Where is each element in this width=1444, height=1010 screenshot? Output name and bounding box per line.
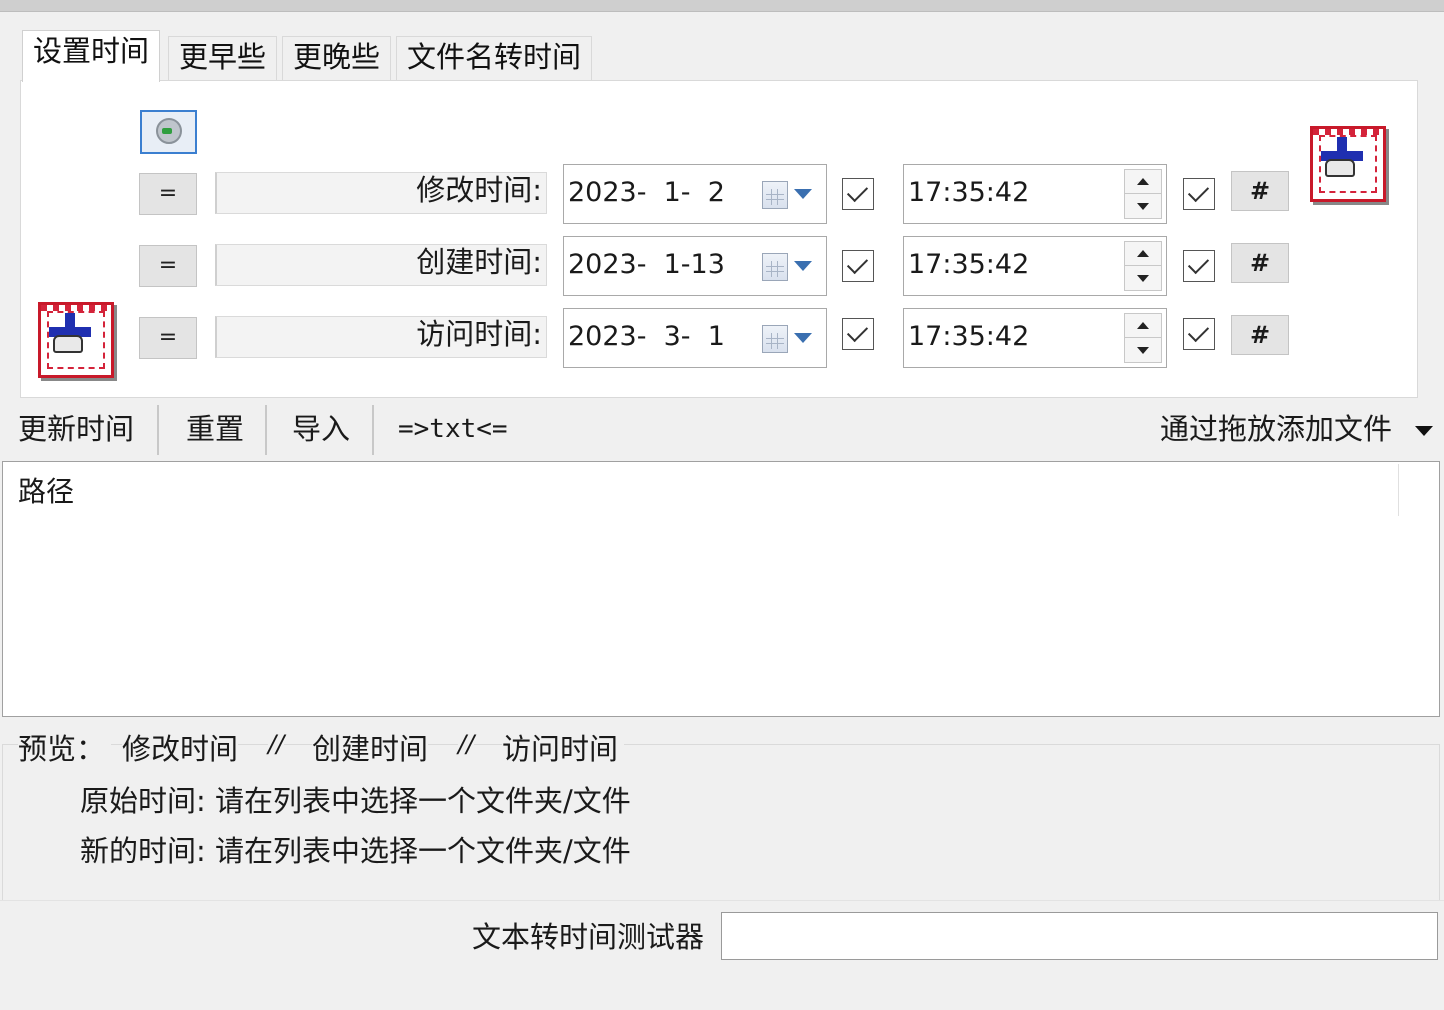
modified-time-picker[interactable]: 17:35:42 xyxy=(903,164,1167,224)
update-time-button[interactable]: 更新时间 xyxy=(18,405,134,457)
accessed-time-checkbox[interactable] xyxy=(1183,318,1215,350)
created-time-picker[interactable]: 17:35:42 xyxy=(903,236,1167,296)
drag-add-files-label: 通过拖放添加文件 xyxy=(1160,412,1393,446)
preview-separator: // xyxy=(458,730,475,758)
clock-button[interactable] xyxy=(140,110,197,154)
list-column-path[interactable]: 路径 xyxy=(18,470,74,510)
accessed-time-picker[interactable]: 17:35:42 xyxy=(903,308,1167,368)
tab-later[interactable]: 更晚些 xyxy=(282,36,392,80)
toolbar-separator xyxy=(157,405,159,455)
created-date-picker[interactable]: 2023- 1-13 xyxy=(563,236,827,296)
created-date-value: 2023- 1-13 xyxy=(568,249,725,280)
hash-button-accessed[interactable]: # xyxy=(1231,315,1289,355)
drag-add-files-button[interactable]: 通过拖放添加文件 xyxy=(1160,405,1434,457)
accessed-time-value: 17:35:42 xyxy=(908,321,1030,352)
time-spinner[interactable] xyxy=(1124,313,1162,363)
column-divider[interactable] xyxy=(1398,464,1399,516)
hand-icon xyxy=(53,335,83,353)
time-spinner[interactable] xyxy=(1124,169,1162,219)
dropdown-arrow-icon[interactable] xyxy=(794,261,812,271)
accessed-date-picker[interactable]: 2023- 3- 1 xyxy=(563,308,827,368)
tab-earlier[interactable]: 更早些 xyxy=(168,36,278,80)
accessed-date-value: 2023- 3- 1 xyxy=(568,321,725,352)
modified-date-picker[interactable]: 2023- 1- 2 xyxy=(563,164,827,224)
new-time-value: 请在列表中选择一个文件夹/文件 xyxy=(215,834,631,868)
preview-separator: // xyxy=(268,730,285,758)
text-to-time-tester-input[interactable] xyxy=(721,912,1438,960)
tab-set-time[interactable]: 设置时间 xyxy=(22,30,161,82)
dropdown-arrow-icon[interactable] xyxy=(794,333,812,343)
equal-button-accessed[interactable]: = xyxy=(139,317,197,359)
text-to-time-tester-label: 文本转时间测试器 xyxy=(472,920,705,954)
hash-button-modified[interactable]: # xyxy=(1231,171,1289,211)
toolbar-separator xyxy=(265,405,267,455)
divider xyxy=(0,900,1444,901)
equal-button-modified[interactable]: = xyxy=(139,173,197,215)
created-time-checkbox[interactable] xyxy=(1183,250,1215,282)
modified-date-value: 2023- 1- 2 xyxy=(568,177,725,208)
accessed-time-label: 访问时间: xyxy=(215,316,547,358)
new-time-label: 新的时间: xyxy=(80,834,206,868)
drag-target-icon[interactable] xyxy=(1310,126,1386,202)
created-time-value: 17:35:42 xyxy=(908,249,1030,280)
calendar-icon xyxy=(762,325,788,353)
original-time-line: 原始时间: 请在列表中选择一个文件夹/文件 xyxy=(80,778,631,820)
created-date-checkbox[interactable] xyxy=(842,250,874,282)
file-list[interactable] xyxy=(2,461,1440,717)
toolbar-separator xyxy=(372,405,374,455)
reset-button[interactable]: 重置 xyxy=(186,405,244,457)
preview-modified-label: 修改时间 xyxy=(122,726,239,768)
calendar-icon xyxy=(762,253,788,281)
drag-target-icon[interactable] xyxy=(38,302,114,378)
dropdown-arrow-icon[interactable] xyxy=(1415,426,1434,436)
hand-icon xyxy=(1325,159,1355,177)
equal-button-created[interactable]: = xyxy=(139,245,197,287)
hash-button-created[interactable]: # xyxy=(1231,243,1289,283)
original-time-label: 原始时间: xyxy=(80,784,206,818)
modified-time-label: 修改时间: xyxy=(215,172,547,214)
clock-icon xyxy=(156,118,182,144)
modified-date-checkbox[interactable] xyxy=(842,178,874,210)
preview-created-label: 创建时间 xyxy=(312,726,429,768)
import-button[interactable]: 导入 xyxy=(292,405,350,457)
title-bar-strip xyxy=(0,0,1444,12)
modified-time-value: 17:35:42 xyxy=(908,177,1030,208)
accessed-date-checkbox[interactable] xyxy=(842,318,874,350)
preview-title: 预览： xyxy=(18,726,112,768)
new-time-line: 新的时间: 请在列表中选择一个文件夹/文件 xyxy=(80,828,631,870)
txt-button[interactable]: =>txt<= xyxy=(398,405,508,457)
original-time-value: 请在列表中选择一个文件夹/文件 xyxy=(215,784,631,818)
tab-filename-to-time[interactable]: 文件名转时间 xyxy=(396,36,593,80)
time-spinner[interactable] xyxy=(1124,241,1162,291)
calendar-icon xyxy=(762,181,788,209)
dropdown-arrow-icon[interactable] xyxy=(794,189,812,199)
preview-accessed-label: 访问时间 xyxy=(502,726,625,768)
modified-time-checkbox[interactable] xyxy=(1183,178,1215,210)
created-time-label: 创建时间: xyxy=(215,244,547,286)
